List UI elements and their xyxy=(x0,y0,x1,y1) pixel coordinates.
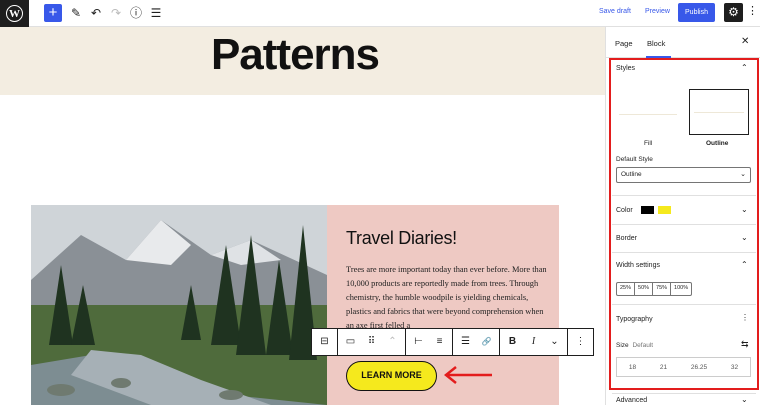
sidebar-tabs: Page Block ✕ xyxy=(606,27,760,58)
block-options-icon[interactable]: ⋮ xyxy=(570,329,591,355)
bold-icon[interactable]: B xyxy=(502,329,523,355)
move-up-down-icon[interactable]: ⌃ xyxy=(382,329,403,355)
justify-left-icon[interactable]: ⊢ xyxy=(408,329,429,355)
select-parent-icon[interactable]: ⊟ xyxy=(314,329,335,355)
wordpress-logo[interactable]: W xyxy=(0,0,29,27)
text-color-swatch[interactable] xyxy=(641,206,654,214)
editor-top-bar: W + ✎ ↶ ↷ ⓘ ☰ Save draft Preview Publish… xyxy=(0,0,760,27)
style-outline-preview[interactable] xyxy=(689,89,749,135)
settings-sidebar: Page Block ✕ Styles ⌃ Fill Outline Defau… xyxy=(605,27,760,405)
font-size-option[interactable]: 21 xyxy=(660,364,667,371)
toolbar-group-options: ⋮ xyxy=(568,329,593,355)
learn-more-button[interactable]: LEARN MORE xyxy=(346,361,437,391)
mountain-river-image[interactable] xyxy=(31,205,327,405)
custom-size-icon[interactable]: ⇆ xyxy=(741,339,749,350)
page-heading[interactable]: Patterns xyxy=(0,30,590,80)
color-panel-title[interactable]: Color xyxy=(616,207,633,214)
typography-panel-title[interactable]: Typography xyxy=(616,316,653,323)
chevron-down-icon[interactable]: ⌄ xyxy=(741,205,748,214)
card-title[interactable]: Travel Diaries! xyxy=(346,228,457,249)
default-style-value: Outline xyxy=(621,171,642,178)
style-fill-preview[interactable] xyxy=(619,90,677,138)
size-label: Size Default xyxy=(616,342,654,349)
drag-handle-icon[interactable]: ⠿ xyxy=(361,329,382,355)
border-panel-title[interactable]: Border xyxy=(616,235,637,242)
width-option-75[interactable]: 75% xyxy=(653,283,672,295)
toolbar-group-align: ⊢ ≡ xyxy=(406,329,453,355)
info-icon[interactable]: ⓘ xyxy=(127,4,145,22)
toolbar-group-parent: ⊟ xyxy=(312,329,338,355)
settings-gear-icon[interactable]: ⚙ xyxy=(724,3,743,22)
style-fill-label: Fill xyxy=(644,140,653,147)
tab-page[interactable]: Page xyxy=(615,39,633,48)
link-icon[interactable]: 🔗 xyxy=(476,329,497,355)
width-options: 25% 50% 75% 100% xyxy=(616,282,693,296)
chevron-down-icon[interactable]: ⌄ xyxy=(741,395,748,404)
typography-options-icon[interactable]: ⋮ xyxy=(741,313,749,322)
italic-icon[interactable]: I xyxy=(523,329,544,355)
landscape-illustration xyxy=(31,205,327,405)
close-icon[interactable]: ✕ xyxy=(741,36,749,47)
background-color-swatch[interactable] xyxy=(658,206,671,214)
list-view-icon[interactable]: ☰ xyxy=(147,4,165,22)
button-block-icon[interactable]: ▭ xyxy=(340,329,361,355)
toolbar-group-block: ▭ ⠿ ⌃ xyxy=(338,329,406,355)
style-outline-label: Outline xyxy=(706,140,729,147)
more-formatting-chevron-icon[interactable]: ⌄ xyxy=(544,329,565,355)
more-options-icon[interactable]: ⋮ xyxy=(747,4,758,17)
add-block-button[interactable]: + xyxy=(44,4,62,22)
styles-panel-title[interactable]: Styles xyxy=(616,65,635,72)
undo-icon[interactable]: ↶ xyxy=(87,4,105,22)
save-draft-button[interactable]: Save draft xyxy=(599,8,631,15)
hero-section: Patterns xyxy=(0,27,605,95)
font-size-option[interactable]: 26.25 xyxy=(691,364,707,371)
size-default-label: Default xyxy=(632,342,654,349)
width-settings-panel-title[interactable]: Width settings xyxy=(616,262,660,269)
red-arrow-annotation xyxy=(443,366,492,384)
width-option-100[interactable]: 100% xyxy=(671,283,691,295)
chevron-down-icon[interactable]: ⌄ xyxy=(741,233,748,242)
chevron-up-icon[interactable]: ⌃ xyxy=(741,260,748,269)
toolbar-group-width: ☰ 🔗 xyxy=(453,329,500,355)
preview-button[interactable]: Preview xyxy=(645,8,670,15)
tab-block[interactable]: Block xyxy=(647,39,665,48)
chevron-up-icon[interactable]: ⌃ xyxy=(741,63,748,72)
align-width-icon[interactable]: ☰ xyxy=(455,329,476,355)
width-option-25[interactable]: 25% xyxy=(617,283,636,295)
font-size-picker: 18 21 26.25 32 xyxy=(616,357,751,377)
width-option-50[interactable]: 50% xyxy=(635,283,654,295)
toolbar-group-format: B I ⌄ xyxy=(500,329,568,355)
chevron-down-icon: ⌄ xyxy=(740,171,746,178)
block-toolbar: ⊟ ▭ ⠿ ⌃ ⊢ ≡ ☰ 🔗 B I ⌄ ⋮ xyxy=(311,328,594,356)
pencil-icon[interactable]: ✎ xyxy=(67,4,85,22)
font-size-option[interactable]: 18 xyxy=(629,364,636,371)
default-style-label: Default Style xyxy=(616,156,653,163)
font-size-option[interactable]: 32 xyxy=(731,364,738,371)
card-paragraph[interactable]: Trees are more important today than ever… xyxy=(346,263,551,333)
wordpress-icon: W xyxy=(6,5,23,22)
publish-button[interactable]: Publish xyxy=(678,3,715,22)
default-style-select[interactable]: Outline ⌄ xyxy=(616,167,751,183)
vertical-align-icon[interactable]: ≡ xyxy=(429,329,450,355)
advanced-panel-title[interactable]: Advanced xyxy=(616,397,647,404)
redo-icon[interactable]: ↷ xyxy=(107,4,125,22)
